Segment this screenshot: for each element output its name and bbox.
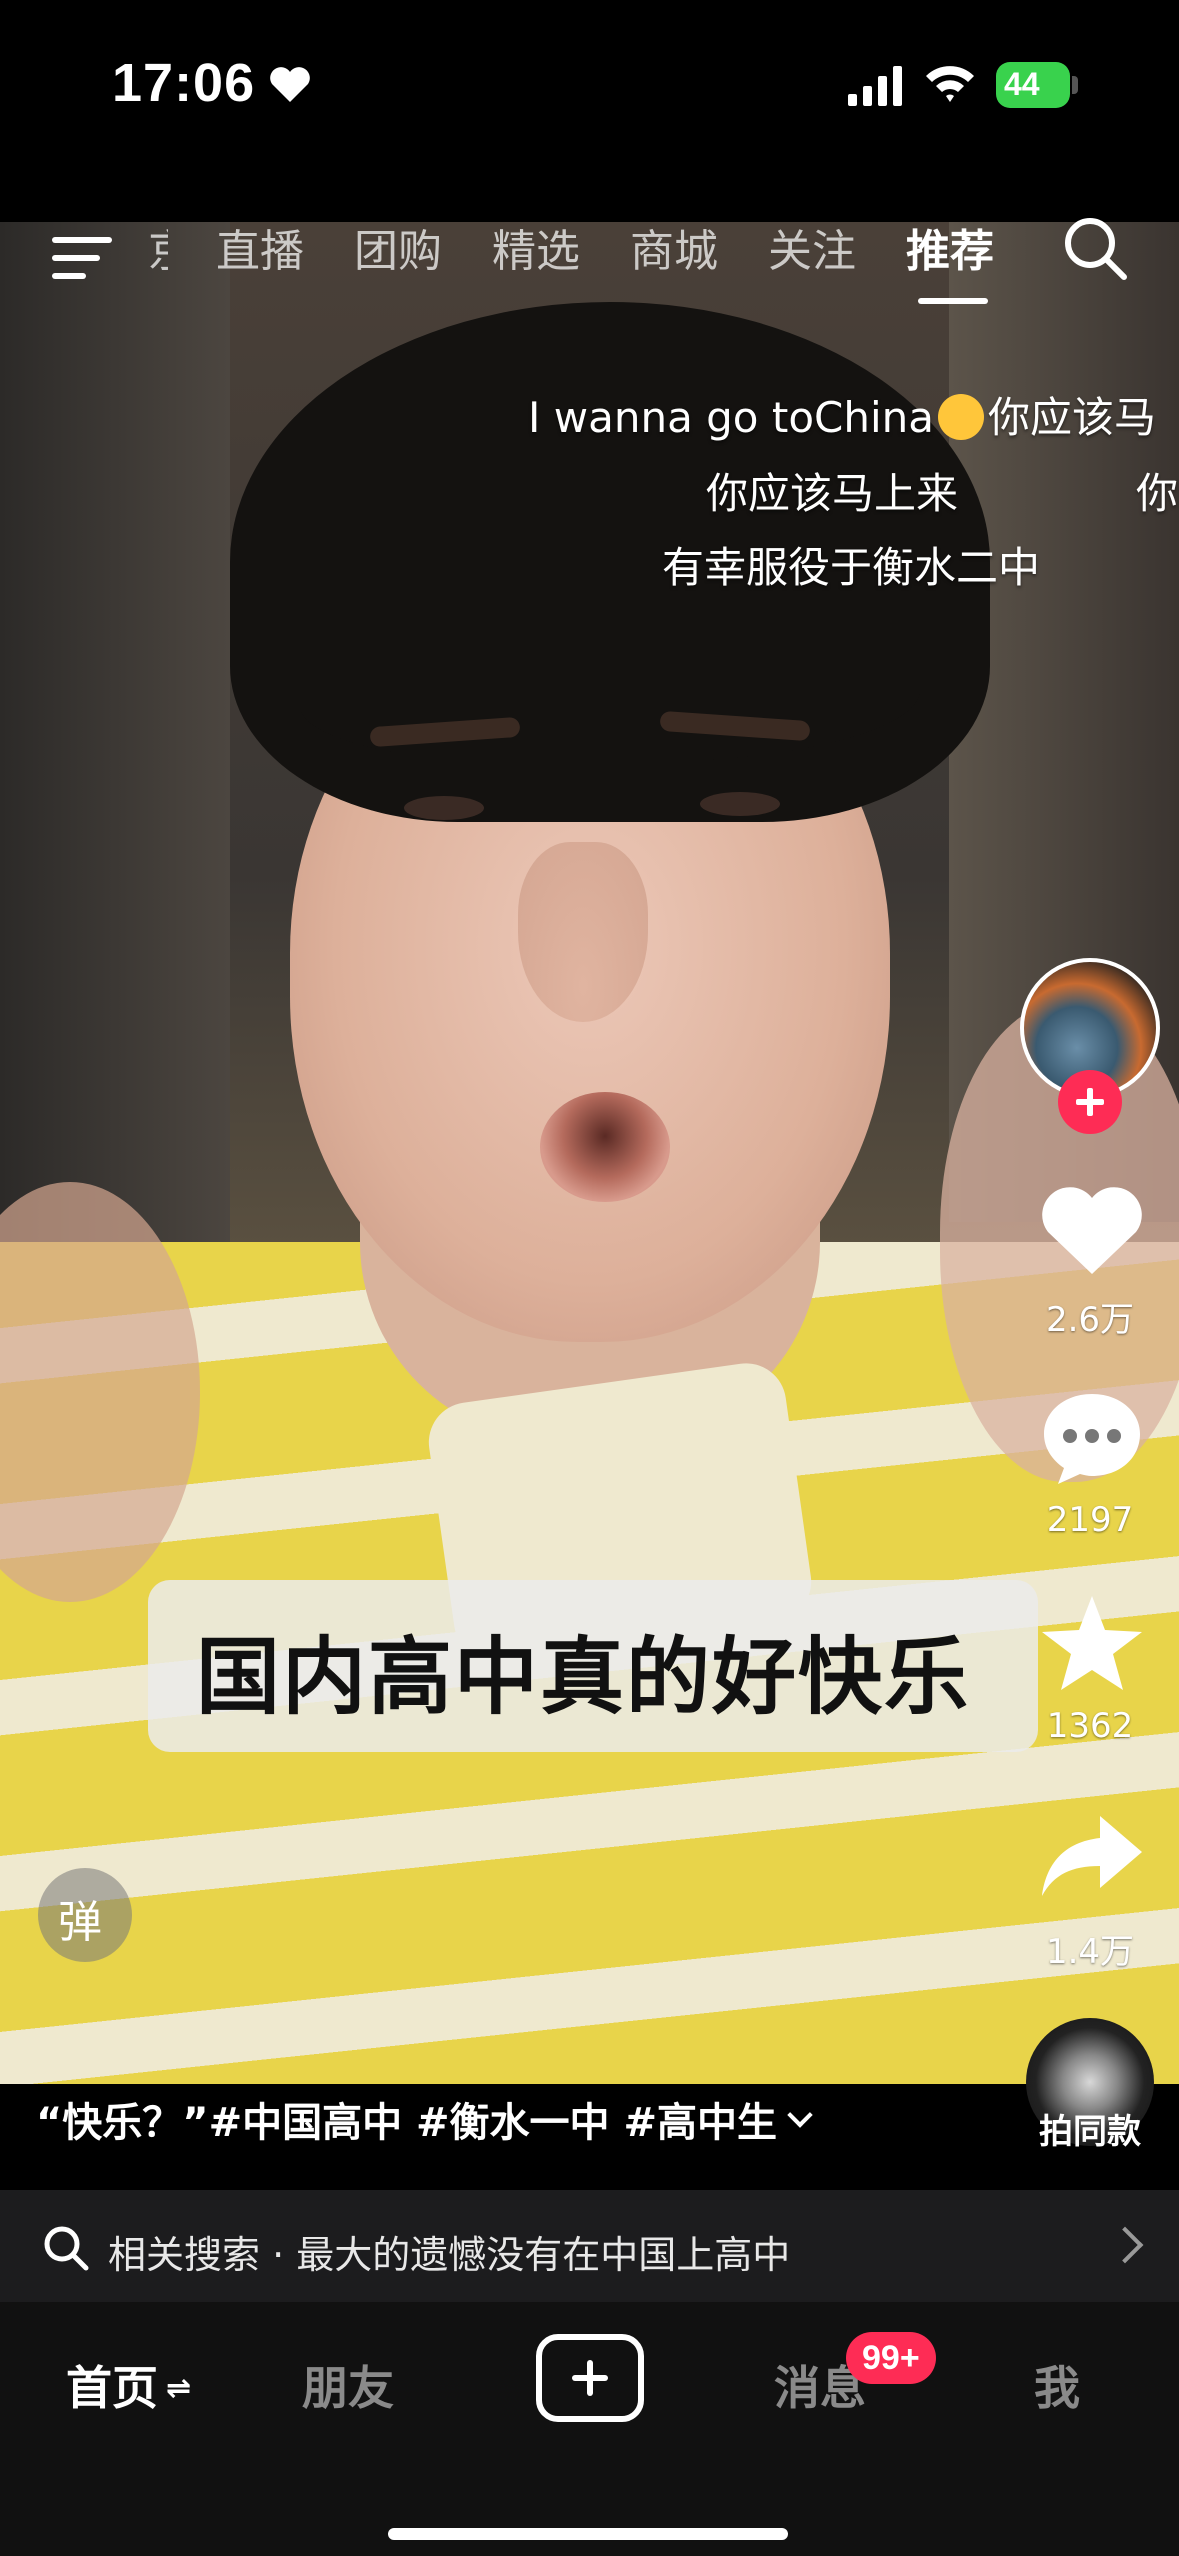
caption-text: 国内高中真的好快乐	[196, 1628, 971, 1726]
heart-icon	[270, 67, 310, 102]
danmaku-comment: 你应该马上来	[706, 469, 959, 518]
top-nav: 京 直播 团购 精选 商城 关注 推荐	[0, 215, 1179, 315]
follow-button[interactable]	[1058, 1070, 1122, 1134]
use-template-label[interactable]: 拍同款	[1000, 2104, 1179, 2153]
danmaku-toggle-label: 弹	[58, 1897, 102, 1948]
related-search-bar[interactable]: 相关搜索 · 最大的遗憾没有在中国上高中	[0, 2190, 1179, 2302]
danmaku-comment: 有幸服役于衡水二中	[662, 543, 1041, 592]
video-eye	[700, 792, 780, 816]
like-heart-icon[interactable]	[1036, 1180, 1148, 1280]
search-icon[interactable]	[1062, 215, 1128, 281]
nav-friends[interactable]: 朋友	[302, 2352, 394, 2418]
signal-icon	[848, 66, 902, 106]
video-caption: 国内高中真的好快乐	[148, 1580, 1038, 1752]
status-time: 17:06	[112, 53, 256, 113]
tab-partial[interactable]: 京	[148, 215, 168, 279]
nav-home[interactable]: 首页 ⇌	[66, 2352, 191, 2418]
tab-mall[interactable]: 商城	[630, 215, 718, 279]
tab-featured[interactable]: 精选	[492, 215, 580, 279]
nav-me[interactable]: 我	[1034, 2352, 1080, 2418]
video-nose	[518, 842, 648, 1022]
messages-badge: 99+	[846, 2332, 936, 2384]
comment-icon[interactable]	[1036, 1388, 1148, 1488]
expand-chevron-icon[interactable]	[787, 2102, 813, 2128]
create-post-button[interactable]	[536, 2334, 644, 2422]
tab-recommended[interactable]: 推荐	[906, 215, 994, 279]
battery-level: 44	[1004, 66, 1040, 102]
danmaku-toggle-button[interactable]: 弹	[38, 1868, 132, 1962]
tab-following[interactable]: 关注	[768, 215, 856, 279]
danmaku-comment: I wanna go toChina 你应该马	[528, 393, 1157, 442]
video-mouth	[540, 1092, 670, 1202]
share-count: 1.4万	[1045, 1932, 1135, 1972]
tab-live[interactable]: 直播	[216, 215, 304, 279]
switch-arrows-icon: ⇌	[166, 2371, 192, 2406]
smiling-face-emoji-icon	[938, 394, 984, 440]
like-count: 2.6万	[1045, 1300, 1135, 1340]
bottom-nav: 首页 ⇌ 朋友 消息 99+ 我	[0, 2302, 1179, 2556]
battery-cap	[1072, 76, 1078, 94]
favorite-star-icon[interactable]	[1036, 1592, 1148, 1692]
search-icon	[44, 2226, 89, 2271]
home-indicator	[388, 2528, 788, 2540]
status-bar: 17:06 44	[0, 0, 1179, 222]
video-player[interactable]	[0, 222, 1179, 2084]
active-tab-indicator	[918, 298, 988, 304]
comment-count: 2197	[1046, 1500, 1134, 1540]
share-arrow-icon[interactable]	[1036, 1808, 1148, 1908]
danmaku-comment: 你	[1136, 469, 1179, 518]
menu-icon[interactable]	[52, 225, 112, 285]
screen: 17:06 44 直播 团购 精选 商城 关注 推荐 I wanna go to…	[0, 0, 1179, 2556]
video-description[interactable]: “快乐？”#中国高中 #衡水一中 #高中生	[36, 2090, 813, 2148]
tab-group-buy[interactable]: 团购	[354, 215, 442, 279]
battery-indicator: 44	[996, 62, 1080, 108]
related-search-text: 相关搜索 · 最大的遗憾没有在中国上高中	[108, 2233, 791, 2277]
chevron-right-icon	[1106, 2226, 1144, 2264]
favorite-count: 1362	[1046, 1706, 1134, 1746]
wifi-icon	[926, 66, 974, 102]
video-eye	[404, 796, 484, 820]
